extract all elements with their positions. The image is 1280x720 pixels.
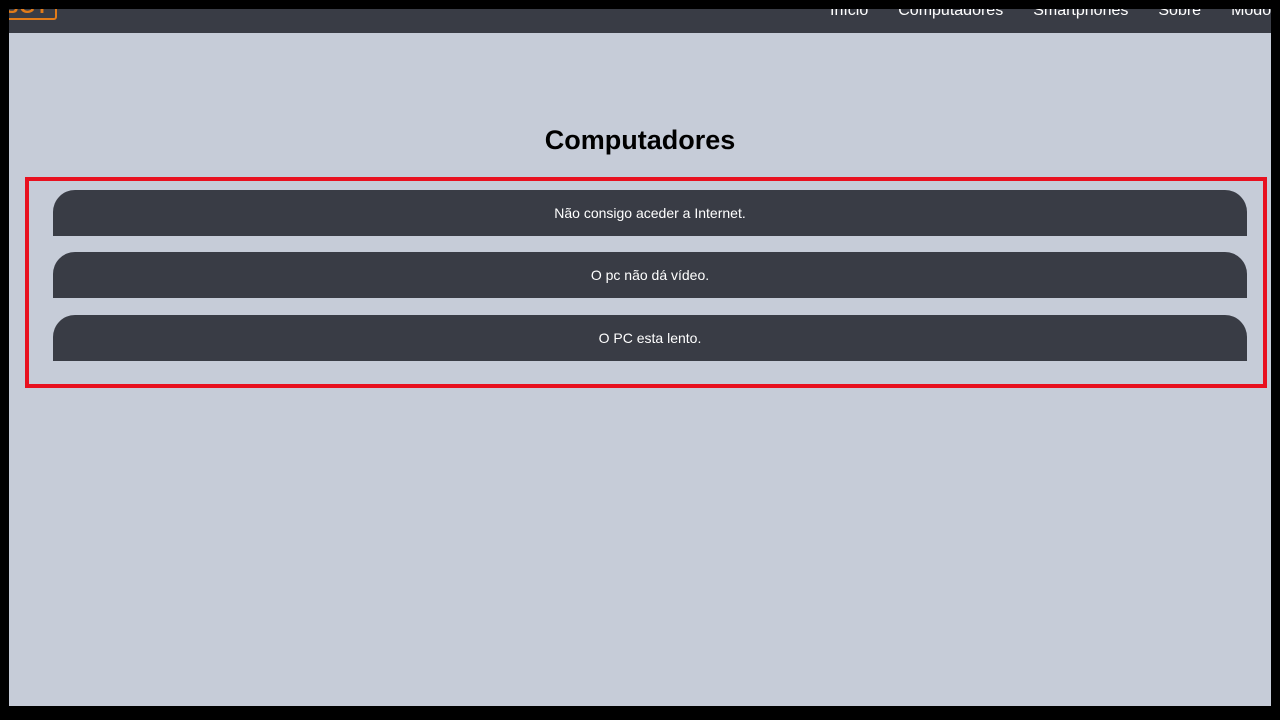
navbar: SGT Início Computadores Smartphones Sobr…	[9, 9, 1271, 33]
nav-link-sobre[interactable]: Sobre	[1158, 9, 1201, 21]
browser-viewport: SGT Início Computadores Smartphones Sobr…	[9, 9, 1271, 706]
issue-item-no-video[interactable]: O pc não dá vídeo.	[53, 252, 1247, 298]
nav-link-inicio[interactable]: Início	[830, 9, 868, 21]
nav-link-computadores[interactable]: Computadores	[898, 9, 1003, 21]
issue-item-internet[interactable]: Não consigo aceder a Internet.	[53, 190, 1247, 236]
nav-links: Início Computadores Smartphones Sobre Mo…	[830, 9, 1271, 33]
page-title: Computadores	[544, 125, 736, 155]
nav-link-smartphones[interactable]: Smartphones	[1033, 9, 1128, 21]
issue-item-slow-pc[interactable]: O PC esta lento.	[53, 315, 1247, 361]
nav-link-modo-noturno[interactable]: Modo Noturno	[1231, 9, 1271, 21]
site-logo[interactable]: SGT	[9, 9, 58, 20]
